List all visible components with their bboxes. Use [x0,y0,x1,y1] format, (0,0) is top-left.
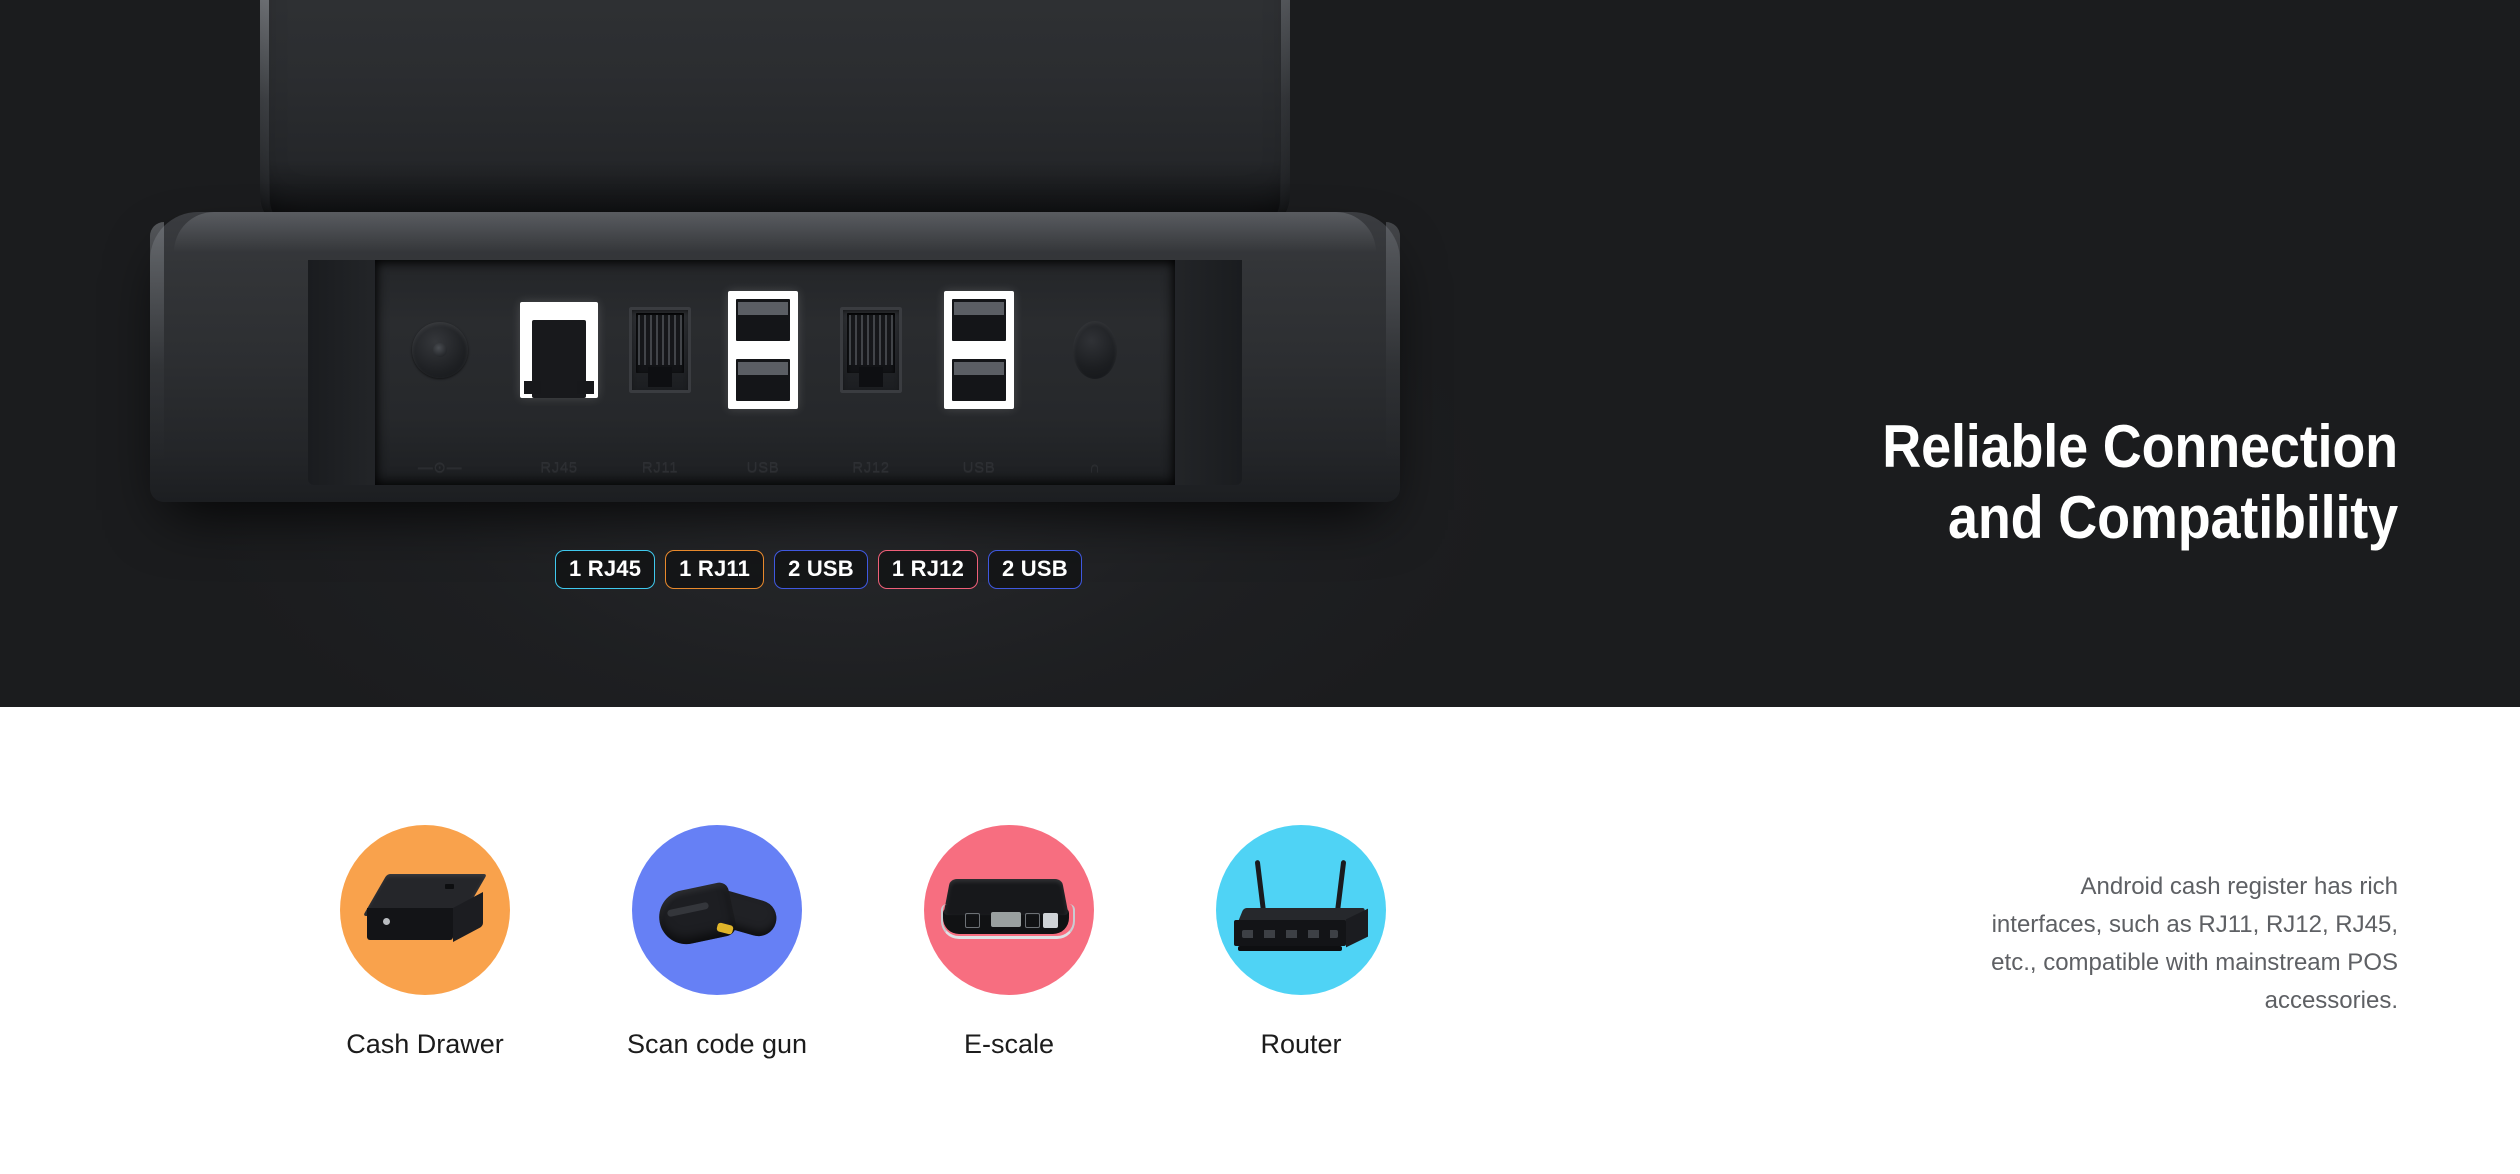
accessories-description: Android cash register has rich interface… [1991,873,2398,1014]
e-scale-circle [924,825,1094,995]
rj12-port-icon [840,307,902,393]
engrave-rj45: RJ45 [540,458,578,476]
wifi-router-icon [1234,858,1368,962]
hero-section: —⊙— RJ45 RJ11 USB RJ12 USB ∩ 1 RJ45 1 RJ… [0,0,2520,707]
accessory-label: Cash Drawer [346,1029,504,1059]
cash-drawer-icon [362,874,488,946]
engrave-audio: ∩ [1089,458,1101,476]
engrave-usb-1: USB [746,458,780,476]
product-feature-page: —⊙— RJ45 RJ11 USB RJ12 USB ∩ 1 RJ45 1 RJ… [0,0,2520,1174]
router-circle [1216,825,1386,995]
badge-rj11: 1 RJ11 [665,550,765,589]
engraved-port-labels: —⊙— RJ45 RJ11 USB RJ12 USB ∩ [375,452,1175,482]
base-top-highlight [174,212,1376,252]
port-row [375,260,1175,440]
badge-rj12: 1 RJ12 [877,550,979,589]
accessory-scan-gun: Scan code gun [627,825,807,1060]
accessory-cash-drawer: Cash Drawer [340,825,510,1060]
digital-scale-icon [941,872,1075,948]
accessories-section: Cash Drawer Scan code gun E-scale Router… [0,707,2520,1174]
engrave-power: —⊙— [417,459,463,476]
rj11-port-icon [629,307,691,393]
usb-pair-1-slot [707,260,819,440]
badge-usb-2: 2 USB [988,550,1082,589]
pos-terminal-device: —⊙— RJ45 RJ11 USB RJ12 USB ∩ [150,0,1400,560]
usb-dual-port-icon-2 [944,291,1014,409]
badge-usb-1: 2 USB [774,550,868,589]
badge-rj45: 1 RJ45 [555,550,656,589]
port-plate-notch-left [308,260,378,485]
accessory-label: Router [1260,1029,1342,1059]
rj45-port-icon [520,302,598,398]
scan-gun-circle [632,825,802,995]
accessory-e-scale: E-scale [924,825,1094,1060]
accessory-label: E-scale [963,1029,1055,1059]
accessory-label: Scan code gun [626,1029,808,1059]
audio-jack-slot [1035,260,1155,440]
headline-line-2: and Compatibility [1948,483,2398,551]
hero-headline: Reliable Connection and Compatibility [1882,412,2398,554]
headline-line-1: Reliable Connection [1882,413,2398,481]
port-plate-notch-right [1172,260,1242,485]
engrave-usb-2: USB [962,458,996,476]
power-jack-slot [375,260,505,440]
usb-pair-2-slot [923,260,1035,440]
base-left-highlight [150,222,164,462]
barcode-scanner-icon [654,862,781,958]
power-jack-icon [412,322,468,378]
engrave-rj12: RJ12 [852,458,890,476]
rj11-slot [613,260,707,440]
rj45-slot [505,260,613,440]
audio-jack-icon [1073,321,1117,379]
engrave-rj11: RJ11 [641,458,679,476]
usb-dual-port-icon-1 [728,291,798,409]
base-right-highlight [1386,222,1400,462]
rj12-slot [819,260,923,440]
cash-drawer-circle [340,825,510,995]
accessory-router: Router [1216,825,1386,1060]
monitor-back-panel [260,0,1290,230]
port-badge-row: 1 RJ45 1 RJ11 2 USB 1 RJ12 2 USB [555,550,1082,589]
accessory-row: Cash Drawer Scan code gun E-scale Router [340,825,1386,1060]
